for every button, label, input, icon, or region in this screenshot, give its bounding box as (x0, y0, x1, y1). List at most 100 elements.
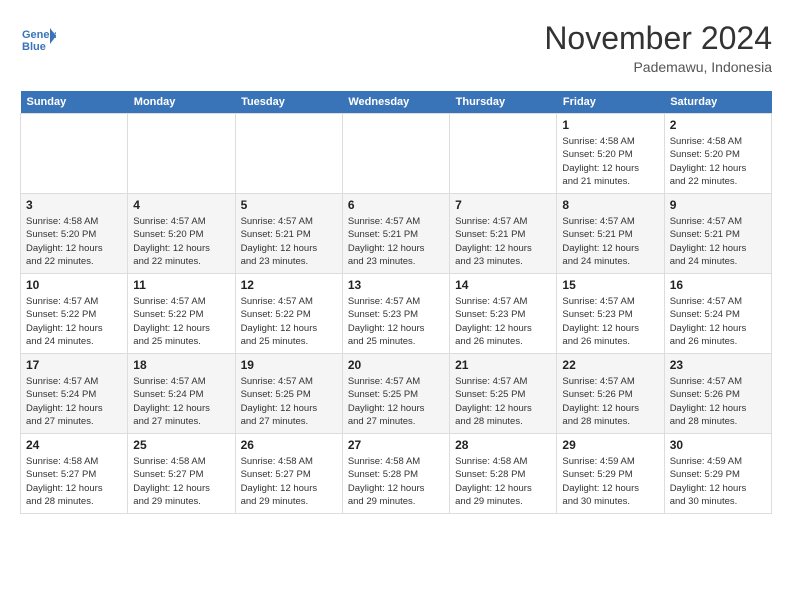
day-number: 3 (26, 198, 122, 212)
page-header: General Blue November 2024 Pademawu, Ind… (20, 20, 772, 75)
day-info: Sunrise: 4:57 AM Sunset: 5:24 PM Dayligh… (26, 375, 122, 428)
calendar-table: SundayMondayTuesdayWednesdayThursdayFrid… (20, 91, 772, 514)
weekday-header-wednesday: Wednesday (342, 91, 449, 114)
calendar-cell: 20 Sunrise: 4:57 AM Sunset: 5:25 PM Dayli… (342, 354, 449, 434)
calendar-week-4: 17 Sunrise: 4:57 AM Sunset: 5:24 PM Dayli… (21, 354, 772, 434)
day-info: Sunrise: 4:59 AM Sunset: 5:29 PM Dayligh… (562, 455, 658, 508)
calendar-cell: 24 Sunrise: 4:58 AM Sunset: 5:27 PM Dayli… (21, 434, 128, 514)
day-number: 26 (241, 438, 337, 452)
svg-text:Blue: Blue (22, 41, 46, 53)
weekday-header-sunday: Sunday (21, 91, 128, 114)
day-info: Sunrise: 4:57 AM Sunset: 5:23 PM Dayligh… (455, 295, 551, 348)
month-title: November 2024 (544, 20, 772, 57)
day-info: Sunrise: 4:58 AM Sunset: 5:28 PM Dayligh… (455, 455, 551, 508)
calendar-cell: 8Sunrise: 4:57 AM Sunset: 5:21 PM Daylig… (557, 194, 664, 274)
day-number: 17 (26, 358, 122, 372)
calendar-cell: 1Sunrise: 4:58 AM Sunset: 5:20 PM Daylig… (557, 114, 664, 194)
calendar-cell: 19 Sunrise: 4:57 AM Sunset: 5:25 PM Dayli… (235, 354, 342, 434)
day-info: Sunrise: 4:57 AM Sunset: 5:24 PM Dayligh… (670, 295, 766, 348)
calendar-cell: 26 Sunrise: 4:58 AM Sunset: 5:27 PM Dayli… (235, 434, 342, 514)
day-info: Sunrise: 4:57 AM Sunset: 5:21 PM Dayligh… (348, 215, 444, 268)
calendar-cell: 4 Sunrise: 4:57 AM Sunset: 5:20 PM Daylig… (128, 194, 235, 274)
day-info: Sunrise: 4:57 AM Sunset: 5:23 PM Dayligh… (348, 295, 444, 348)
day-number: 19 (241, 358, 337, 372)
day-number: 12 (241, 278, 337, 292)
day-number: 15 (562, 278, 658, 292)
day-info: Sunrise: 4:57 AM Sunset: 5:21 PM Dayligh… (241, 215, 337, 268)
day-number: 24 (26, 438, 122, 452)
day-number: 5 (241, 198, 337, 212)
day-info: Sunrise: 4:57 AM Sunset: 5:22 PM Dayligh… (133, 295, 229, 348)
day-number: 16 (670, 278, 766, 292)
day-number: 7 (455, 198, 551, 212)
day-number: 28 (455, 438, 551, 452)
day-info: Sunrise: 4:58 AM Sunset: 5:27 PM Dayligh… (241, 455, 337, 508)
day-info: Sunrise: 4:58 AM Sunset: 5:20 PM Dayligh… (670, 135, 766, 188)
day-info: Sunrise: 4:57 AM Sunset: 5:26 PM Dayligh… (670, 375, 766, 428)
day-info: Sunrise: 4:58 AM Sunset: 5:20 PM Dayligh… (26, 215, 122, 268)
day-info: Sunrise: 4:59 AM Sunset: 5:29 PM Dayligh… (670, 455, 766, 508)
location-subtitle: Pademawu, Indonesia (544, 59, 772, 75)
calendar-cell: 27 Sunrise: 4:58 AM Sunset: 5:28 PM Dayli… (342, 434, 449, 514)
day-number: 10 (26, 278, 122, 292)
calendar-cell: 16 Sunrise: 4:57 AM Sunset: 5:24 PM Dayli… (664, 274, 771, 354)
calendar-cell: 18Sunrise: 4:57 AM Sunset: 5:24 PM Dayli… (128, 354, 235, 434)
day-number: 2 (670, 118, 766, 132)
day-info: Sunrise: 4:58 AM Sunset: 5:27 PM Dayligh… (26, 455, 122, 508)
day-number: 9 (670, 198, 766, 212)
calendar-cell: 28 Sunrise: 4:58 AM Sunset: 5:28 PM Dayli… (450, 434, 557, 514)
day-info: Sunrise: 4:57 AM Sunset: 5:21 PM Dayligh… (670, 215, 766, 268)
day-info: Sunrise: 4:57 AM Sunset: 5:22 PM Dayligh… (241, 295, 337, 348)
day-info: Sunrise: 4:57 AM Sunset: 5:25 PM Dayligh… (455, 375, 551, 428)
weekday-header-monday: Monday (128, 91, 235, 114)
logo: General Blue (20, 20, 56, 56)
day-number: 29 (562, 438, 658, 452)
title-block: November 2024 Pademawu, Indonesia (544, 20, 772, 75)
day-number: 14 (455, 278, 551, 292)
calendar-header-row: SundayMondayTuesdayWednesdayThursdayFrid… (21, 91, 772, 114)
day-number: 8 (562, 198, 658, 212)
calendar-cell: 14 Sunrise: 4:57 AM Sunset: 5:23 PM Dayli… (450, 274, 557, 354)
weekday-header-thursday: Thursday (450, 91, 557, 114)
day-info: Sunrise: 4:57 AM Sunset: 5:25 PM Dayligh… (348, 375, 444, 428)
logo-icon: General Blue (20, 20, 56, 56)
day-number: 20 (348, 358, 444, 372)
calendar-cell (235, 114, 342, 194)
calendar-cell: 10 Sunrise: 4:57 AM Sunset: 5:22 PM Dayli… (21, 274, 128, 354)
day-number: 18 (133, 358, 229, 372)
weekday-header-friday: Friday (557, 91, 664, 114)
calendar-cell: 23Sunrise: 4:57 AM Sunset: 5:26 PM Dayli… (664, 354, 771, 434)
calendar-week-2: 3 Sunrise: 4:58 AM Sunset: 5:20 PM Daylig… (21, 194, 772, 274)
calendar-cell: 13 Sunrise: 4:57 AM Sunset: 5:23 PM Dayli… (342, 274, 449, 354)
day-info: Sunrise: 4:58 AM Sunset: 5:28 PM Dayligh… (348, 455, 444, 508)
day-number: 1 (562, 118, 658, 132)
calendar-cell: 7Sunrise: 4:57 AM Sunset: 5:21 PM Daylig… (450, 194, 557, 274)
day-number: 4 (133, 198, 229, 212)
day-info: Sunrise: 4:57 AM Sunset: 5:25 PM Dayligh… (241, 375, 337, 428)
day-number: 25 (133, 438, 229, 452)
calendar-cell (450, 114, 557, 194)
day-number: 6 (348, 198, 444, 212)
calendar-cell: 29 Sunrise: 4:59 AM Sunset: 5:29 PM Dayli… (557, 434, 664, 514)
calendar-cell: 2 Sunrise: 4:58 AM Sunset: 5:20 PM Daylig… (664, 114, 771, 194)
day-info: Sunrise: 4:58 AM Sunset: 5:27 PM Dayligh… (133, 455, 229, 508)
day-info: Sunrise: 4:57 AM Sunset: 5:23 PM Dayligh… (562, 295, 658, 348)
calendar-cell: 21 Sunrise: 4:57 AM Sunset: 5:25 PM Dayli… (450, 354, 557, 434)
calendar-cell: 22Sunrise: 4:57 AM Sunset: 5:26 PM Dayli… (557, 354, 664, 434)
day-info: Sunrise: 4:57 AM Sunset: 5:22 PM Dayligh… (26, 295, 122, 348)
day-info: Sunrise: 4:57 AM Sunset: 5:20 PM Dayligh… (133, 215, 229, 268)
day-number: 27 (348, 438, 444, 452)
calendar-cell: 3 Sunrise: 4:58 AM Sunset: 5:20 PM Daylig… (21, 194, 128, 274)
calendar-cell (21, 114, 128, 194)
day-number: 13 (348, 278, 444, 292)
calendar-week-5: 24 Sunrise: 4:58 AM Sunset: 5:27 PM Dayli… (21, 434, 772, 514)
calendar-body: 1 Sunrise: 4:58 AM Sunset: 5:20 PM Daylig… (21, 114, 772, 514)
calendar-cell: 12 Sunrise: 4:57 AM Sunset: 5:22 PM Dayli… (235, 274, 342, 354)
day-number: 21 (455, 358, 551, 372)
calendar-cell: 5 Sunrise: 4:57 AM Sunset: 5:21 PM Daylig… (235, 194, 342, 274)
calendar-cell: 6 Sunrise: 4:57 AM Sunset: 5:21 PM Daylig… (342, 194, 449, 274)
calendar-cell (128, 114, 235, 194)
calendar-cell: 17 Sunrise: 4:57 AM Sunset: 5:24 PM Dayli… (21, 354, 128, 434)
calendar-cell: 25 Sunrise: 4:58 AM Sunset: 5:27 PM Dayli… (128, 434, 235, 514)
weekday-header-saturday: Saturday (664, 91, 771, 114)
